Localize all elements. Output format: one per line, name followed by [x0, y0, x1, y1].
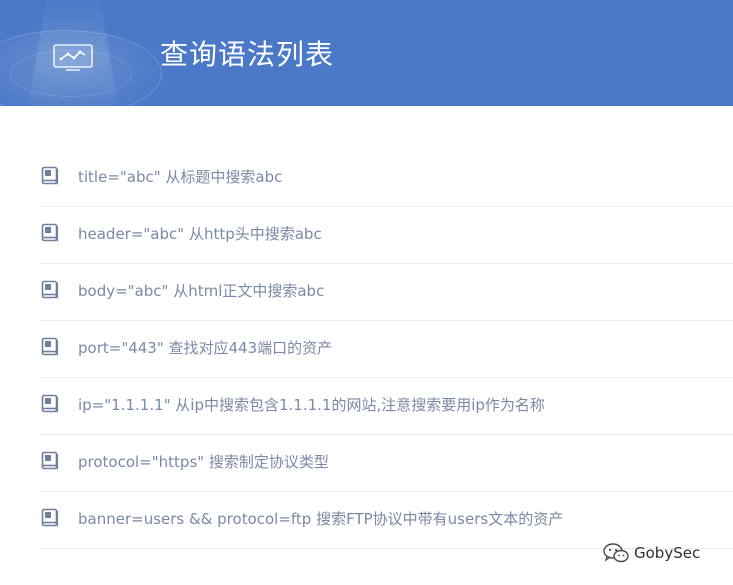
syntax-item-text: body="abc" 从html正文中搜索abc — [78, 282, 325, 300]
syntax-item-text: ip="1.1.1.1" 从ip中搜索包含1.1.1.1的网站,注意搜索要用ip… — [78, 396, 545, 414]
syntax-item-text: port="443" 查找对应443端口的资产 — [78, 339, 333, 357]
book-icon — [41, 508, 59, 527]
list-item: port="443" 查找对应443端口的资产 — [40, 321, 733, 378]
book-icon — [41, 166, 59, 185]
chart-monitor-icon — [53, 44, 93, 71]
list-item: header="abc" 从http头中搜索abc — [40, 207, 733, 264]
syntax-item-text: title="abc" 从标题中搜索abc — [78, 168, 283, 186]
book-icon — [41, 451, 59, 470]
book-icon — [41, 280, 59, 299]
list-item: ip="1.1.1.1" 从ip中搜索包含1.1.1.1的网站,注意搜索要用ip… — [40, 378, 733, 435]
watermark-text: GobySec — [634, 544, 701, 562]
syntax-item-text: header="abc" 从http头中搜索abc — [78, 225, 322, 243]
list-item: body="abc" 从html正文中搜索abc — [40, 264, 733, 321]
syntax-list: title="abc" 从标题中搜索abc header="abc" 从http… — [40, 150, 733, 549]
book-icon — [41, 223, 59, 242]
page-header: 查询语法列表 — [0, 0, 733, 106]
page-title: 查询语法列表 — [160, 38, 335, 71]
book-icon — [41, 337, 59, 356]
watermark: GobySec — [602, 541, 700, 565]
syntax-item-text: protocol="https" 搜索制定协议类型 — [78, 453, 329, 471]
syntax-item-text: banner=users && protocol=ftp 搜索FTP协议中带有u… — [78, 510, 564, 528]
list-item: title="abc" 从标题中搜索abc — [40, 150, 733, 207]
wechat-icon — [603, 543, 629, 563]
book-icon — [41, 394, 59, 413]
list-item: protocol="https" 搜索制定协议类型 — [40, 435, 733, 492]
